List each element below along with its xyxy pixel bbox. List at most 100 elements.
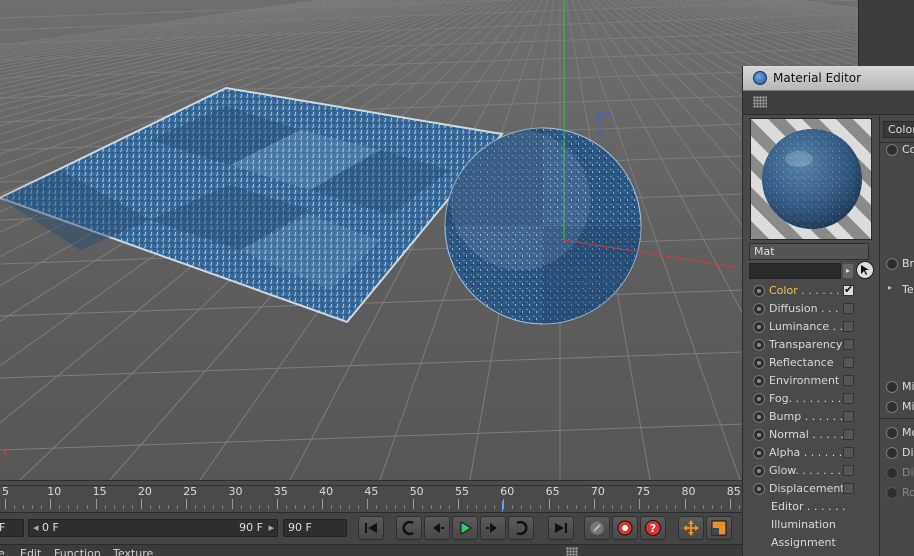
step-back-button[interactable] [424,516,450,540]
keyframe-selection-button[interactable]: ? [640,516,666,540]
param-mix-mode[interactable]: Mi [886,380,914,394]
channel-illumination[interactable]: Illumination [771,518,836,531]
menu-texture[interactable]: Texture [113,547,153,556]
keyframe-radio[interactable] [753,339,765,351]
previous-key-button[interactable] [396,516,422,540]
tab-color[interactable]: Color [883,121,914,138]
go-to-start-button[interactable] [358,516,384,540]
keyframe-radio[interactable] [753,429,765,441]
tick-label: 50 [409,485,424,498]
channel-environment[interactable]: Environment [749,372,873,390]
channel-enable-checkbox[interactable] [843,375,854,386]
keyframe-radio[interactable] [886,447,898,459]
param-color[interactable]: Co [886,143,914,157]
position-track-button[interactable] [678,516,704,540]
auto-key-button[interactable] [612,516,638,540]
question-icon: ? [645,520,661,536]
link-field[interactable] [749,263,841,279]
channel-glow[interactable]: Glow. . . . . . . [749,462,873,480]
material-preview[interactable] [750,118,872,240]
tick-minor [195,505,197,509]
keyframe-radio[interactable] [753,375,765,387]
grip-icon[interactable] [753,96,767,108]
range-right-arrow[interactable]: ▸ [268,520,274,536]
picker-button[interactable] [856,261,874,279]
keyframe-radio[interactable] [753,303,765,315]
channel-alpha[interactable]: Alpha . . . . . . [749,444,873,462]
channel-assignment[interactable]: Assignment [771,536,836,549]
keyframe-radio[interactable] [753,357,765,369]
channel-normal[interactable]: Normal . . . . . [749,426,873,444]
keyframe-radio[interactable] [886,258,898,270]
keyframe-radio[interactable] [753,483,765,495]
timeline-ruler[interactable]: 5 10 15 20 25 30 35 40 45 50 55 60 65 70 75 80 85 [0,480,768,513]
keyframe-radio[interactable] [753,465,765,477]
keyframe-radio[interactable] [753,321,765,333]
param-mix-strength[interactable]: Mi [886,400,914,414]
channel-label: Fog. . . . . . . . [769,392,842,405]
channel-luminance[interactable]: Luminance . . [749,318,873,336]
menu-file[interactable]: e [0,547,5,556]
range-left-arrow[interactable]: ◂ [33,521,39,534]
go-to-end-icon [555,523,567,533]
param-diffuse-level-label: Di [902,466,914,479]
frame-range-slider[interactable]: ◂ 0 F 90 F ▸ [28,519,278,537]
channel-diffusion[interactable]: Diffusion . . . [749,300,873,318]
tick-label: 80 [681,485,696,498]
start-frame-field[interactable]: F [0,519,24,537]
keyframe-radio[interactable] [886,381,898,393]
channel-enable-checkbox[interactable] [843,357,854,368]
menu-edit[interactable]: Edit [20,547,41,556]
channel-enable-checkbox[interactable] [843,321,854,332]
tick-minor [213,505,215,509]
keyframe-radio[interactable] [753,447,765,459]
param-model[interactable]: Mo [886,426,914,440]
channel-enable-checkbox[interactable] [843,411,854,422]
expand-arrow-icon[interactable]: ▸ [843,264,853,278]
channel-enable-checkbox[interactable] [843,465,854,476]
tick-minor [385,505,387,509]
channel-reflectance[interactable]: Reflectance [749,354,873,372]
channel-transparency[interactable]: Transparency [749,336,873,354]
material-name-field[interactable]: Mat [749,243,869,260]
channel-enable-checkbox[interactable] [843,429,854,440]
expand-triangle-icon[interactable]: ▸ [888,283,892,292]
channel-enable-checkbox[interactable] [843,303,854,314]
channel-displacement[interactable]: Displacement [749,480,873,498]
param-diffuse-falloff[interactable]: Di [886,446,914,460]
channel-enable-checkbox[interactable] [843,283,854,296]
channel-enable-checkbox[interactable] [843,447,854,458]
record-keys-button[interactable] [584,516,610,540]
next-key-button[interactable] [508,516,534,540]
tick-minor [240,505,242,509]
channel-enable-checkbox[interactable] [843,339,854,350]
menu-function[interactable]: Function [54,547,101,556]
channel-bump[interactable]: Bump . . . . . . . [749,408,873,426]
step-forward-button[interactable] [480,516,506,540]
go-to-end-button[interactable] [548,516,574,540]
material-editor-titlebar[interactable]: Material Editor [743,66,914,91]
keyframe-radio[interactable] [886,427,898,439]
channel-enable-checkbox[interactable] [843,393,854,404]
grid-line [0,285,858,317]
channel-editor[interactable]: Editor . . . . . . [771,500,846,513]
keyframe-radio[interactable] [753,411,765,423]
tick-minor [421,505,423,509]
keyframe-radio[interactable] [886,144,898,156]
channel-color[interactable]: Color . . . . . . [749,282,873,300]
panel-grip-icon[interactable] [566,547,578,556]
keyframe-radio[interactable] [886,401,898,413]
channel-fog[interactable]: Fog. . . . . . . . [749,390,873,408]
keyframe-radio[interactable] [753,285,765,297]
param-texture[interactable]: ▸ Te [886,283,914,297]
channel-enable-checkbox[interactable] [843,483,854,494]
3d-viewport[interactable]: x [0,0,858,480]
tick-minor [666,505,668,509]
scale-track-button[interactable] [706,516,732,540]
param-brightness[interactable]: Br [886,257,914,271]
keyframe-radio[interactable] [753,393,765,405]
param-diffuse-level: Di [886,466,914,480]
play-button[interactable] [452,516,478,540]
end-frame-field[interactable]: 90 F [283,519,347,537]
param-mix-mode-label: Mi [902,380,914,393]
